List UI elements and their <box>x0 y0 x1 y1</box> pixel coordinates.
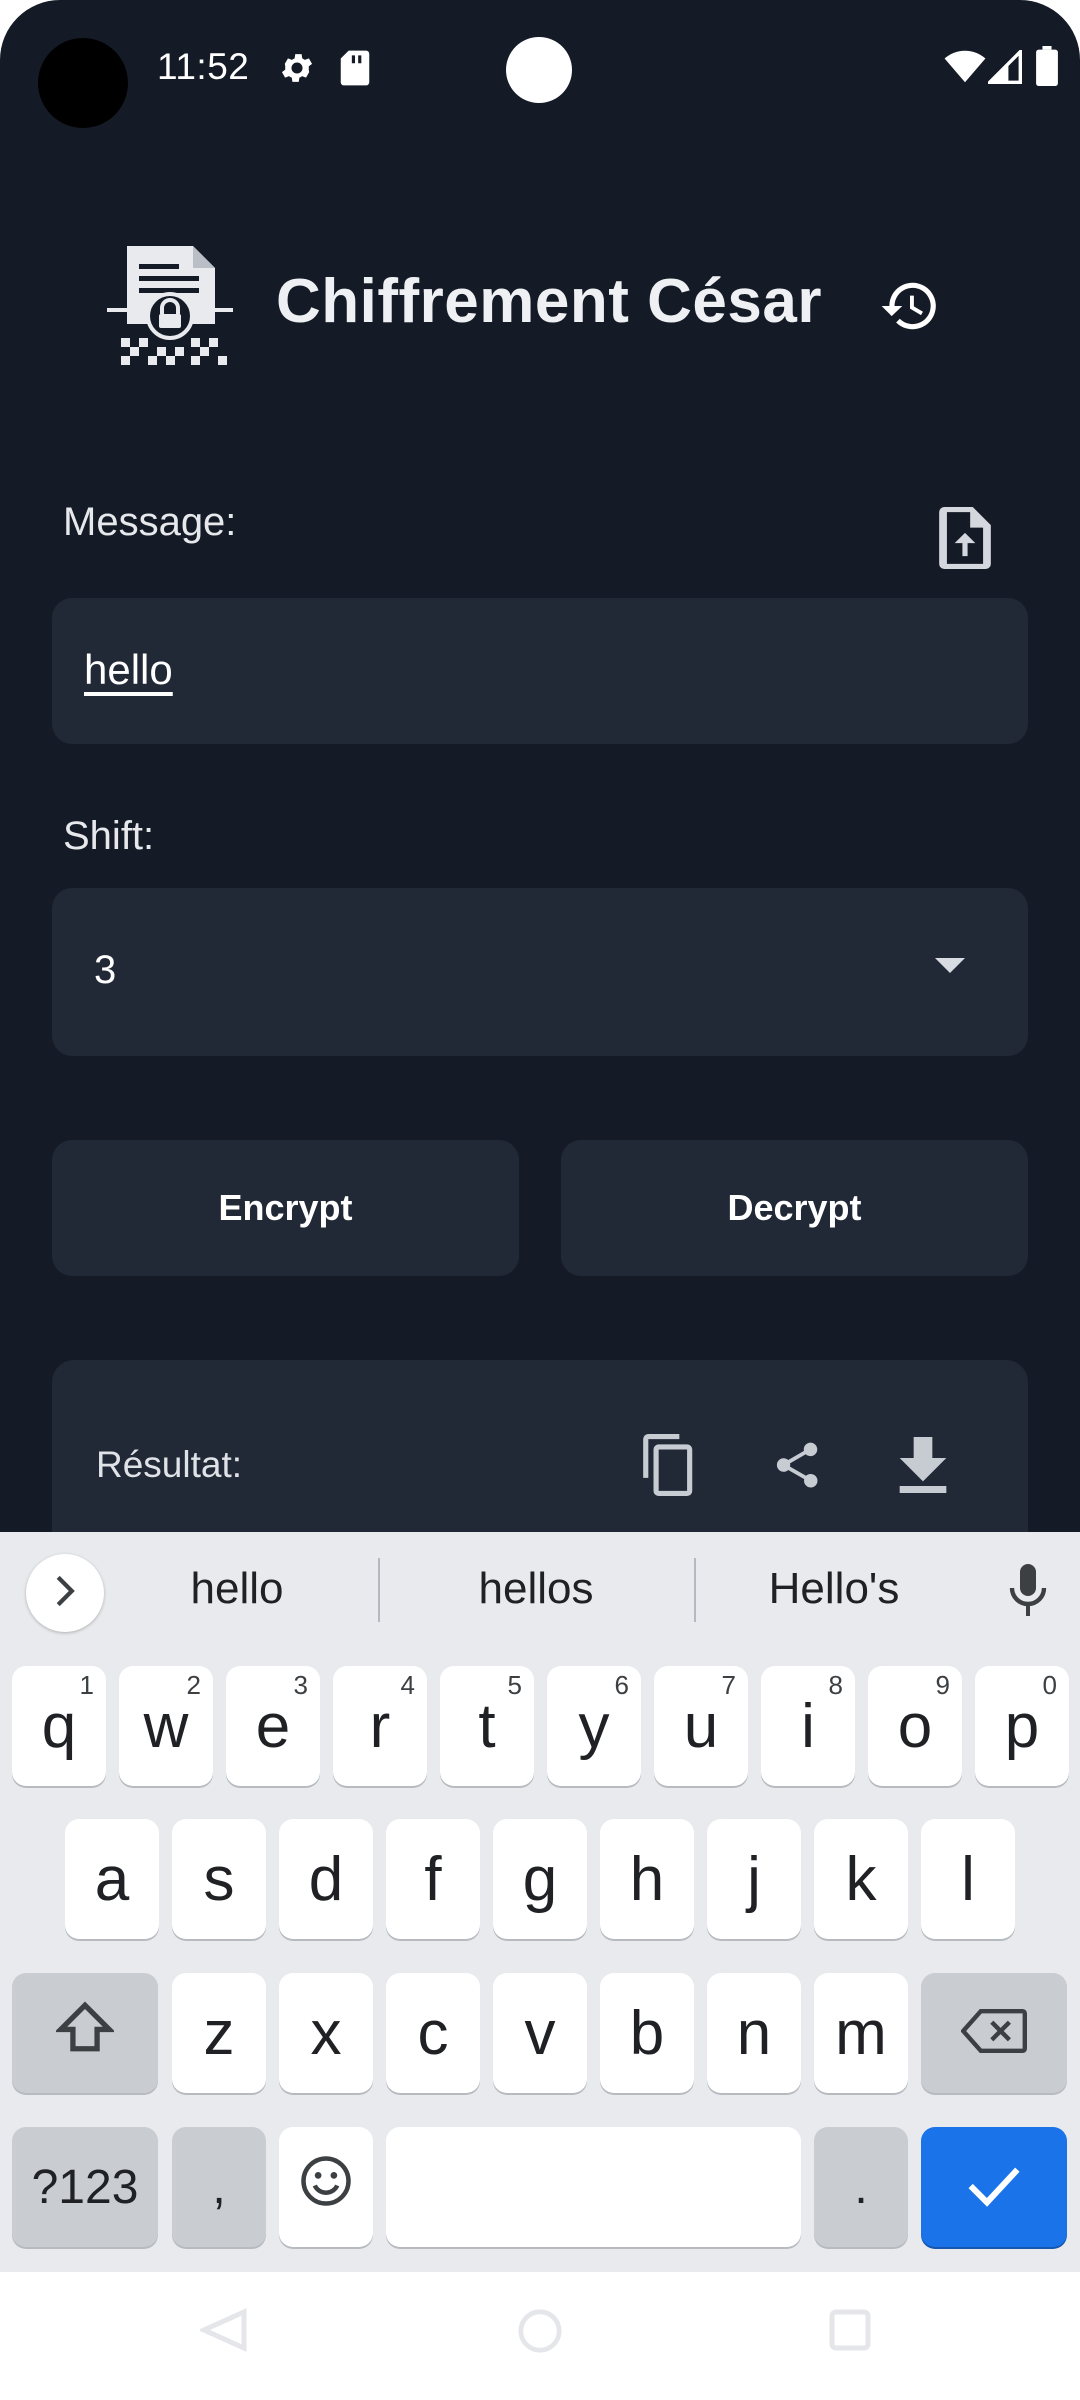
copy-icon <box>641 1433 697 1501</box>
key-w[interactable]: w2 <box>119 1666 213 1786</box>
wifi-icon <box>944 50 986 89</box>
share-button[interactable] <box>762 1432 832 1502</box>
back-nav-button[interactable] <box>197 2308 248 2357</box>
camera-cutout <box>38 38 128 128</box>
share-icon <box>770 1436 824 1499</box>
key-m[interactable]: m <box>814 1973 908 2093</box>
key-n[interactable]: n <box>707 1973 801 2093</box>
copy-button[interactable] <box>634 1432 704 1502</box>
shift-label: Shift: <box>63 814 155 858</box>
message-input-text[interactable]: hello <box>84 646 173 694</box>
key-z[interactable]: z <box>172 1973 266 2093</box>
dropdown-arrow-icon <box>935 958 965 973</box>
key-g[interactable]: g <box>493 1819 587 1939</box>
history-icon <box>879 275 941 342</box>
key-e[interactable]: e3 <box>226 1666 320 1786</box>
message-label: Message: <box>63 500 237 544</box>
front-camera <box>506 37 572 103</box>
shift-arrow-icon <box>54 1998 116 2069</box>
shift-selected-value: 3 <box>94 948 117 992</box>
emoji-key[interactable] <box>279 2127 373 2247</box>
voice-input-button[interactable] <box>998 1562 1058 1626</box>
key-u[interactable]: u7 <box>654 1666 748 1786</box>
upload-file-icon <box>938 506 992 574</box>
status-time: 11:52 <box>157 46 250 87</box>
download-icon <box>898 1436 948 1498</box>
navigation-bar <box>0 2272 1080 2400</box>
enter-key[interactable] <box>921 2127 1067 2247</box>
history-button[interactable] <box>870 268 950 348</box>
key-c[interactable]: c <box>386 1973 480 2093</box>
app-screen: 11:52 Chiffrement César Message: hello S… <box>0 0 1080 2400</box>
encrypt-button[interactable]: Encrypt <box>52 1140 519 1276</box>
app-title: Chiffrement César <box>276 267 822 336</box>
suggestion-item[interactable]: hellos <box>386 1564 686 1614</box>
microphone-icon <box>1008 1563 1048 1625</box>
backspace-icon <box>960 1998 1027 2069</box>
key-i[interactable]: i8 <box>761 1666 855 1786</box>
key-x[interactable]: x <box>279 1973 373 2093</box>
suggestion-item[interactable]: Hello's <box>684 1564 984 1614</box>
home-nav-button[interactable] <box>517 2308 563 2359</box>
key-b[interactable]: b <box>600 1973 694 2093</box>
download-button[interactable] <box>888 1432 958 1502</box>
sd-card-icon <box>338 49 372 92</box>
result-label: Résultat: <box>96 1444 243 1485</box>
key-f[interactable]: f <box>386 1819 480 1939</box>
key-v[interactable]: v <box>493 1973 587 2093</box>
shift-dropdown[interactable]: 3 <box>52 888 1028 1056</box>
signal-icon <box>985 47 1022 89</box>
backspace-key[interactable] <box>921 1973 1067 2093</box>
battery-icon <box>1036 46 1058 91</box>
key-s[interactable]: s <box>172 1819 266 1939</box>
key-a[interactable]: a <box>65 1819 159 1939</box>
key-o[interactable]: o9 <box>868 1666 962 1786</box>
chevron-right-icon <box>53 1574 77 1613</box>
key-r[interactable]: r4 <box>333 1666 427 1786</box>
key-q[interactable]: q1 <box>12 1666 106 1786</box>
recents-square-icon <box>828 2309 872 2356</box>
suggestion-item[interactable]: hello <box>87 1564 387 1614</box>
upload-file-button[interactable] <box>930 500 1000 580</box>
back-triangle-icon <box>197 2308 248 2356</box>
key-t[interactable]: t5 <box>440 1666 534 1786</box>
key-l[interactable]: l <box>921 1819 1015 1939</box>
decrypt-button[interactable]: Decrypt <box>561 1140 1028 1276</box>
home-circle-icon <box>517 2309 563 2358</box>
symbols-key[interactable]: ?123 <box>12 2127 158 2247</box>
emoji-icon <box>299 2152 353 2223</box>
settings-icon <box>278 49 316 92</box>
key-d[interactable]: d <box>279 1819 373 1939</box>
period-key[interactable]: . <box>814 2127 908 2247</box>
app-logo <box>105 238 235 368</box>
soft-keyboard: hello hellos Hello's q1 w2 e3 r4 t5 y6 u… <box>0 1532 1080 2272</box>
message-input[interactable]: hello <box>52 598 1028 744</box>
comma-key[interactable]: , <box>172 2127 266 2247</box>
shift-key[interactable] <box>12 1973 158 2093</box>
recents-nav-button[interactable] <box>828 2308 872 2357</box>
key-k[interactable]: k <box>814 1819 908 1939</box>
checkmark-icon <box>966 2152 1022 2223</box>
key-y[interactable]: y6 <box>547 1666 641 1786</box>
key-j[interactable]: j <box>707 1819 801 1939</box>
key-p[interactable]: p0 <box>975 1666 1069 1786</box>
space-bar[interactable] <box>386 2127 801 2247</box>
suggestion-divider <box>378 1558 380 1622</box>
key-h[interactable]: h <box>600 1819 694 1939</box>
